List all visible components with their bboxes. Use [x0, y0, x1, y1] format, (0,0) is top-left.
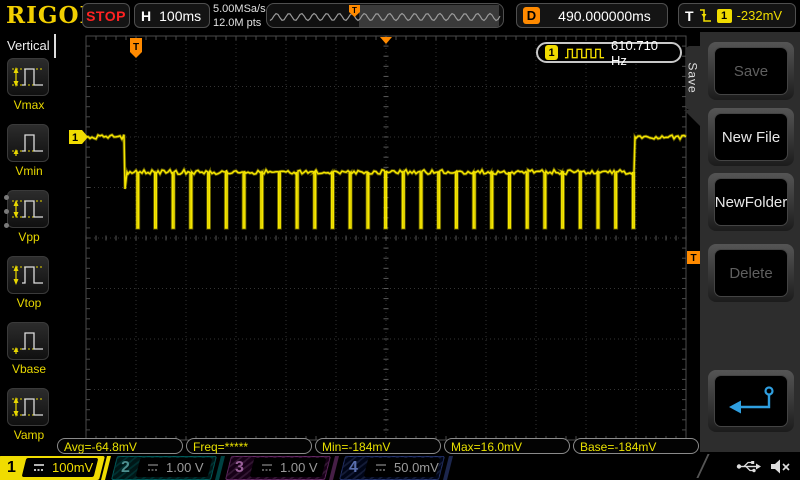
save-button-label: Save	[734, 63, 768, 80]
channel-scale: 100mV	[52, 460, 93, 475]
menu-item-label: Vtop	[7, 296, 51, 310]
bottom-bar-divider	[696, 454, 709, 478]
usb-icon	[736, 459, 762, 474]
new-file-button-label: New File	[722, 129, 780, 146]
channel-tab-1[interactable]: 1 100mV	[0, 456, 112, 480]
dc-coupling-icon	[147, 463, 159, 472]
delay-value: 490.000000ms	[548, 8, 661, 24]
vmax-icon	[10, 63, 46, 91]
measurement-max: Max=16.0mV	[444, 438, 570, 454]
menu-title: Vertical	[7, 38, 50, 53]
run-state-label: STOP	[86, 8, 126, 24]
dc-coupling-icon	[375, 463, 387, 472]
vmin-icon	[10, 129, 46, 157]
vertical-measure-menu: Vertical Vmax Vmin	[0, 32, 57, 452]
menu-page-dot	[4, 223, 9, 228]
preview-wave-icon: T	[267, 4, 503, 27]
oscilloscope-screen: RIGOL STOP H 100ms 5.00MSa/s 12.0M pts T…	[0, 0, 800, 480]
waveform-preview: T	[266, 3, 504, 28]
return-arrow-icon	[722, 383, 780, 419]
channel-number: 2	[121, 459, 130, 477]
menu-title-separator	[54, 34, 56, 58]
channel-scale: 1.00 V	[166, 460, 204, 475]
menu-tab-save: Save	[686, 46, 700, 110]
timebase-box: H 100ms	[134, 3, 210, 28]
save-button[interactable]: Save	[708, 42, 794, 100]
channel-tab-slash	[215, 456, 225, 480]
delete-button[interactable]: Delete	[708, 244, 794, 302]
measurement-freq: Freq=*****	[186, 438, 312, 454]
menu-page-dot	[4, 209, 9, 214]
channel-tab-slash	[443, 456, 453, 480]
channel-scale: 50.0mV	[394, 460, 439, 475]
menu-item-vamp[interactable]: Vamp	[7, 388, 51, 442]
dc-coupling-icon	[261, 463, 273, 472]
channel-scale: 1.00 V	[280, 460, 318, 475]
freq-value: 610.710 Hz	[611, 38, 673, 68]
square-wave-icon	[564, 46, 605, 60]
channel-number: 1	[7, 459, 16, 477]
new-folder-button-label: NewFolder	[715, 194, 788, 211]
menu-item-vmin[interactable]: Vmin	[7, 124, 51, 178]
channel-number: 4	[349, 459, 358, 477]
trigger-readout: T 1 -232mV	[678, 3, 796, 28]
menu-item-vbase[interactable]: Vbase	[7, 322, 51, 376]
trigger-level-value: -232mV	[737, 8, 783, 23]
run-state-badge: STOP	[82, 3, 130, 28]
timebase-value: 100ms	[159, 8, 201, 24]
sample-rate-readout: 5.00MSa/s 12.0M pts	[213, 2, 266, 30]
falling-edge-icon	[699, 7, 712, 24]
channel-tab-slash	[329, 456, 339, 480]
svg-text:T: T	[133, 42, 139, 53]
menu-item-vpp[interactable]: Vpp	[7, 190, 51, 244]
svg-text:T: T	[352, 6, 357, 15]
svg-text:T: T	[690, 253, 696, 264]
trigger-label: T	[685, 8, 694, 24]
vpp-icon	[10, 195, 46, 223]
delay-readout: D 490.000000ms	[516, 3, 668, 28]
vtop-icon	[10, 261, 46, 289]
measurement-min: Min=-184mV	[315, 438, 441, 454]
menu-item-label: Vmax	[7, 98, 51, 112]
vbase-icon	[10, 327, 46, 355]
dc-coupling-icon	[33, 463, 45, 472]
menu-item-label: Vmin	[7, 164, 51, 178]
menu-item-label: Vamp	[7, 428, 51, 442]
save-menu: Save New File NewFolder Delete	[700, 32, 800, 452]
status-icons	[736, 458, 792, 475]
menu-item-label: Vbase	[7, 362, 51, 376]
memory-depth: 12.0M pts	[213, 16, 266, 30]
menu-tab-label: Save	[686, 62, 700, 93]
menu-tab-notch	[684, 110, 700, 126]
back-button[interactable]	[708, 370, 794, 432]
channel-number: 3	[235, 459, 244, 477]
channel-tab-2[interactable]: 2 1.00 V	[114, 456, 226, 480]
channel-tab-3[interactable]: 3 1.00 V	[228, 456, 340, 480]
sample-rate: 5.00MSa/s	[213, 2, 266, 16]
measurement-avg: Avg=-64.8mV	[57, 438, 183, 454]
timebase-label: H	[141, 8, 151, 24]
delay-label: D	[523, 7, 540, 24]
measurement-base: Base=-184mV	[573, 438, 699, 454]
new-file-button[interactable]: New File	[708, 108, 794, 166]
freq-source-badge: 1	[545, 45, 558, 60]
new-folder-button[interactable]: NewFolder	[708, 173, 794, 231]
trigger-source-badge: 1	[717, 9, 732, 23]
menu-page-dot	[4, 195, 9, 200]
svg-text:1: 1	[72, 132, 78, 144]
frequency-counter: 1 610.710 Hz	[536, 42, 682, 63]
channel-status-bar: 1 100mV 2 1.00 V	[0, 452, 800, 480]
channel-tab-4[interactable]: 4 50.0mV	[342, 456, 454, 480]
vamp-icon	[10, 393, 46, 421]
menu-item-label: Vpp	[7, 230, 51, 244]
top-status-bar: RIGOL STOP H 100ms 5.00MSa/s 12.0M pts T…	[0, 0, 800, 32]
delete-button-label: Delete	[729, 265, 772, 282]
menu-item-vtop[interactable]: Vtop	[7, 256, 51, 310]
scope-display: 1 T T	[57, 32, 700, 456]
menu-item-vmax[interactable]: Vmax	[7, 58, 51, 112]
speaker-muted-icon	[770, 458, 792, 475]
